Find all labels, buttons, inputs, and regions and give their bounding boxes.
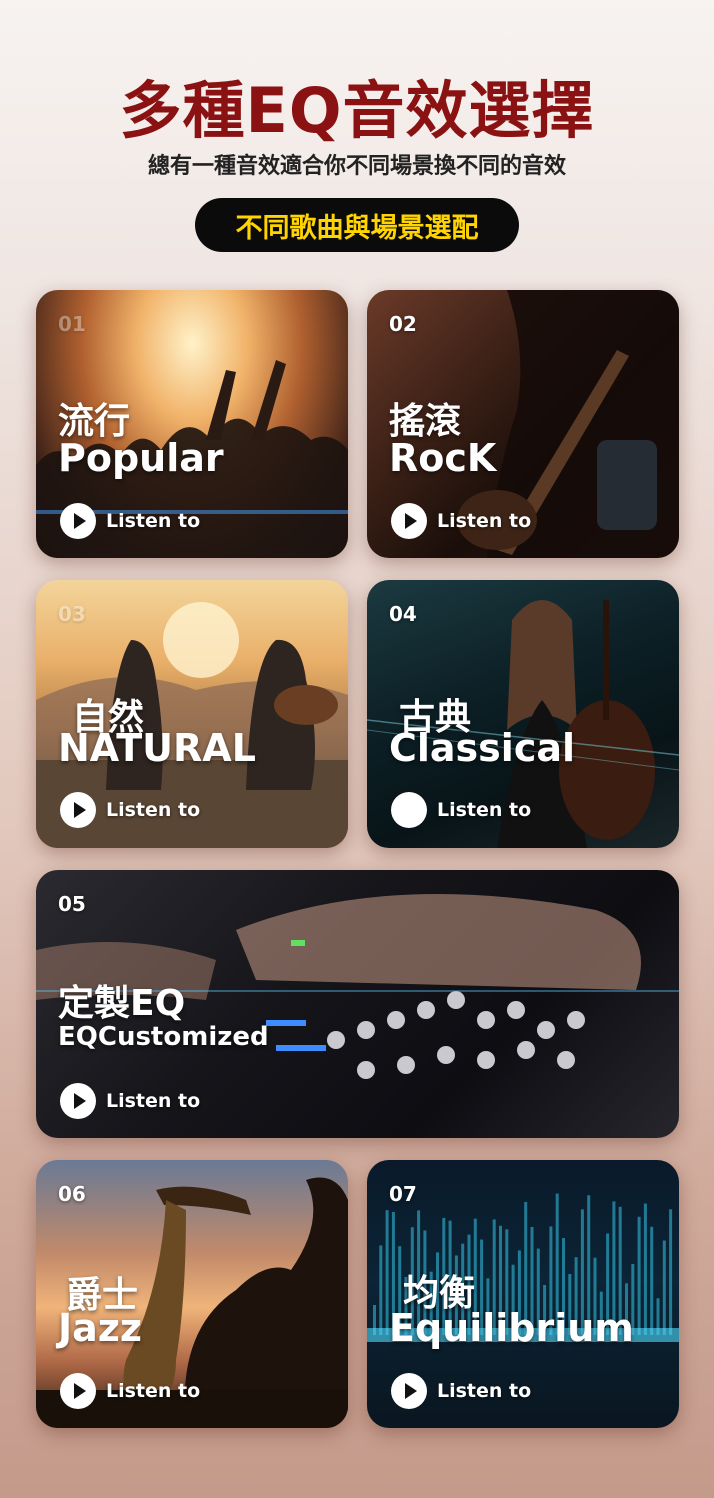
- scene-pill: 不同歌曲與場景選配: [195, 198, 519, 252]
- card-title-en: Equilibrium: [389, 1306, 634, 1350]
- play-icon: [60, 792, 96, 828]
- card-title-en: RocK: [389, 436, 497, 480]
- play-icon: [60, 503, 96, 539]
- listen-button[interactable]: Listen to: [391, 792, 531, 828]
- listen-button[interactable]: Listen to: [391, 503, 531, 539]
- eq-card-jazz[interactable]: 06 爵士 Jazz Listen to: [36, 1160, 348, 1428]
- eq-bar: [650, 1226, 654, 1335]
- card-number: 04: [389, 602, 417, 626]
- card-title-en: NATURAL: [58, 726, 256, 770]
- listen-label: Listen to: [437, 1380, 532, 1402]
- play-icon: [60, 1083, 96, 1119]
- eq-bar: [637, 1216, 641, 1335]
- listen-button[interactable]: Listen to: [391, 1373, 531, 1409]
- card-title-cn: 定製EQ: [58, 983, 186, 1024]
- card-title-en: EQCustomized: [58, 1022, 269, 1052]
- card-title-en: Classical: [389, 726, 576, 770]
- eq-bar: [643, 1203, 647, 1335]
- listen-button[interactable]: Listen to: [60, 1083, 200, 1119]
- listen-label: Listen to: [437, 799, 532, 821]
- listen-label: Listen to: [106, 1090, 201, 1112]
- play-icon: [391, 1373, 427, 1409]
- eq-bar: [662, 1240, 666, 1335]
- play-icon: [391, 503, 427, 539]
- eq-card-rock[interactable]: 02 搖滾 RocK Listen to: [367, 290, 679, 558]
- play-icon: [391, 792, 427, 828]
- eq-card-classical[interactable]: 04 古典 Classical Listen to: [367, 580, 679, 848]
- card-title-en: Jazz: [58, 1306, 143, 1350]
- listen-button[interactable]: Listen to: [60, 1373, 200, 1409]
- listen-button[interactable]: Listen to: [60, 792, 200, 828]
- page-title: 多種EQ音效選擇: [119, 74, 595, 147]
- card-number: 01: [58, 312, 86, 336]
- listen-label: Listen to: [106, 510, 201, 532]
- eq-bar: [379, 1245, 383, 1335]
- listen-label: Listen to: [437, 510, 532, 532]
- listen-label: Listen to: [106, 799, 201, 821]
- listen-label: Listen to: [106, 1380, 201, 1402]
- card-number: 05: [58, 892, 86, 916]
- eq-card-equilibrium[interactable]: 07 均衡 Equilibrium Listen to: [367, 1160, 679, 1428]
- eq-card-natural[interactable]: 03 自然 NATURAL Listen to: [36, 580, 348, 848]
- eq-bar: [669, 1209, 673, 1335]
- listen-button[interactable]: Listen to: [60, 503, 200, 539]
- eq-card-popular[interactable]: 01 流行 Popular Listen to: [36, 290, 348, 558]
- page-subtitle: 總有一種音效適合你不同場景換不同的音效: [147, 154, 566, 179]
- play-icon: [60, 1373, 96, 1409]
- card-number: 03: [58, 602, 86, 626]
- card-number: 02: [389, 312, 417, 336]
- eq-card-custom[interactable]: 05 定製EQ EQCustomized Listen to: [36, 870, 679, 1138]
- card-title-en: Popular: [58, 436, 224, 480]
- card-number: 07: [389, 1182, 417, 1206]
- card-number: 06: [58, 1182, 86, 1206]
